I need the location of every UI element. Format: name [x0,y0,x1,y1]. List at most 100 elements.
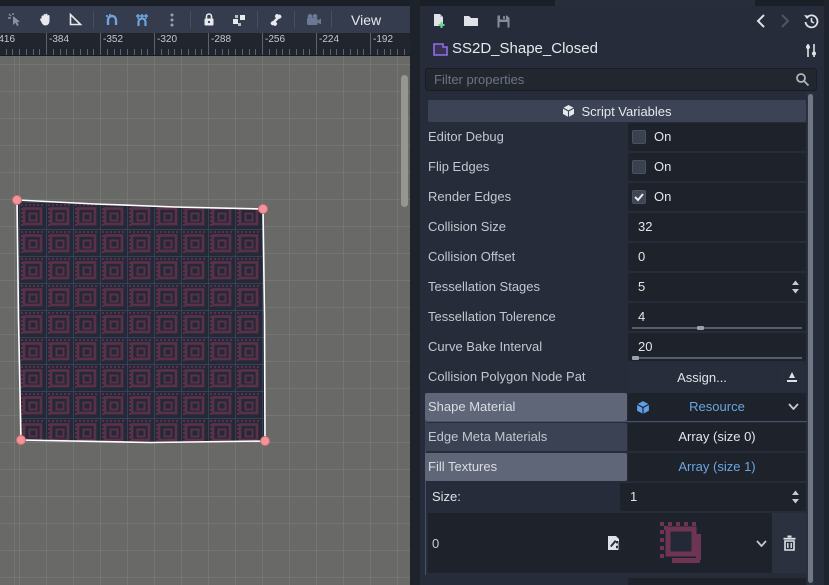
property-label: Collision Polygon Node Pat [428,369,586,384]
property-row-array-size: Size: 1 [428,483,806,511]
inspector-scrollbar-thumb[interactable] [808,94,813,583]
tools-sliders-icon [804,43,818,58]
camera-icon [305,13,322,27]
property-label: Collision Size [428,219,506,234]
property-row-flip-edges: Flip Edges On [428,153,806,181]
load-resource-button[interactable] [458,8,484,34]
inspector-toolbar [420,6,829,36]
property-row-render-edges: Render Edges On [428,183,806,211]
slider-grabber[interactable] [632,356,639,360]
bone-icon [268,12,284,28]
checkbox-checked[interactable] [632,190,646,204]
skeleton-button[interactable] [261,7,291,32]
spinner-updown-icon[interactable] [791,280,800,294]
toolbar-separator [257,11,258,28]
property-row-collision-size: Collision Size 32 [428,213,806,241]
section-script-variables[interactable]: Script Variables [428,100,806,122]
save-resource-button[interactable] [490,8,516,34]
checkbox-unchecked[interactable] [632,160,646,174]
lock-button[interactable] [194,7,224,32]
pan-hand-icon [38,12,53,27]
ruler: -416-384-352-320-288-256-224-192 [0,33,410,56]
edit-image-icon[interactable] [606,535,622,551]
inspector-panel: SS2D_Shape_Closed Script V [420,0,829,585]
filter-properties-input[interactable] [425,68,817,91]
smart-snap-button[interactable] [97,7,127,32]
property-row-shape-material: Shape Material Resource [428,393,806,421]
toolbar-separator [294,11,295,28]
toolbar-separator [93,11,94,28]
array-size-field[interactable]: 1 [620,483,806,511]
element-index: 0 [432,536,439,551]
grid-snap-icon [134,12,150,28]
array-element-row: 0 [428,513,806,573]
tessellation-tolerence-field[interactable]: 4 [628,303,806,331]
collision-offset-field[interactable]: 0 [628,243,806,271]
checkbox-unchecked[interactable] [632,130,646,144]
node-title: SS2D_Shape_Closed [452,40,598,57]
collision-size-field[interactable]: 32 [628,213,806,241]
slider-track[interactable] [632,327,802,329]
ruler-tool-button[interactable] [60,7,90,32]
shape-2d[interactable] [0,56,410,585]
chevron-down-icon[interactable] [788,403,799,410]
slider-track[interactable] [632,357,802,359]
curve-bake-interval-field[interactable]: 20 [628,333,806,361]
pan-tool-button[interactable] [30,7,60,32]
property-label: Edge Meta Materials [428,429,547,444]
property-label: Render Edges [428,189,511,204]
tessellation-stages-field[interactable]: 5 [628,273,806,301]
history-forward-button[interactable] [772,8,798,34]
property-row-collision-offset: Collision Offset 0 [428,243,806,271]
fill-textures-array[interactable]: Array (size 1) [628,453,806,481]
shape-polygon[interactable] [17,200,265,443]
snap-options-button[interactable] [157,7,187,32]
texture-preview[interactable] [658,520,704,566]
select-tool-button[interactable] [0,7,30,32]
forward-arrow-icon [780,14,790,28]
grid-snap-button[interactable] [127,7,157,32]
property-label: Editor Debug [428,129,504,144]
assign-picker-button[interactable] [778,363,806,391]
godot-editor: View -416-384-352-320-288-256-224-192 [0,0,829,585]
property-label: Size: [432,489,461,504]
editor-debug-cell: On [628,123,806,151]
search-icon [795,72,810,87]
shape-handle[interactable] [261,437,270,446]
canvas-viewport[interactable]: View -416-384-352-320-288-256-224-192 [0,0,410,585]
camera-override-button[interactable] [298,7,328,32]
toolbar-separator [190,11,191,28]
group-button[interactable] [224,7,254,32]
object-history-button[interactable] [798,8,824,34]
panel-divider[interactable] [410,0,420,585]
shape-material-resource[interactable]: Resource [628,393,806,421]
assign-button[interactable]: Assign... [628,363,776,391]
delete-element-button[interactable] [772,513,806,573]
property-row-edge-meta-materials: Edge Meta Materials Array (size 0) [428,423,806,451]
shape-handle[interactable] [259,205,268,214]
extra-options-button[interactable] [798,37,824,63]
spinner-updown-icon[interactable] [791,490,800,504]
property-label: Collision Offset [428,249,515,264]
toolbar-separator [331,11,332,28]
new-resource-button[interactable] [426,8,452,34]
script-variables-cube-icon [562,104,575,118]
select-tool-icon [7,12,23,28]
property-label: Flip Edges [428,159,489,174]
vertical-dots-icon [169,12,175,28]
flip-edges-cell: On [628,153,806,181]
view-menu-button[interactable]: View [341,12,391,28]
history-back-button[interactable] [748,8,774,34]
group-icon [231,12,247,28]
property-row-tessellation-tolerence: Tessellation Tolerence 4 [428,303,806,331]
render-edges-cell: On [628,183,806,211]
inspector-right-edge [824,0,829,585]
smart-snap-icon [104,12,120,28]
canvas-vertical-scrollbar[interactable] [401,75,408,207]
edge-meta-materials-array[interactable]: Array (size 0) [628,423,806,451]
property-row-editor-debug: Editor Debug On [428,123,806,151]
chevron-down-icon[interactable] [756,540,767,547]
slider-grabber[interactable] [697,326,704,330]
shape-handle[interactable] [17,436,26,445]
shape-handle[interactable] [13,196,22,205]
